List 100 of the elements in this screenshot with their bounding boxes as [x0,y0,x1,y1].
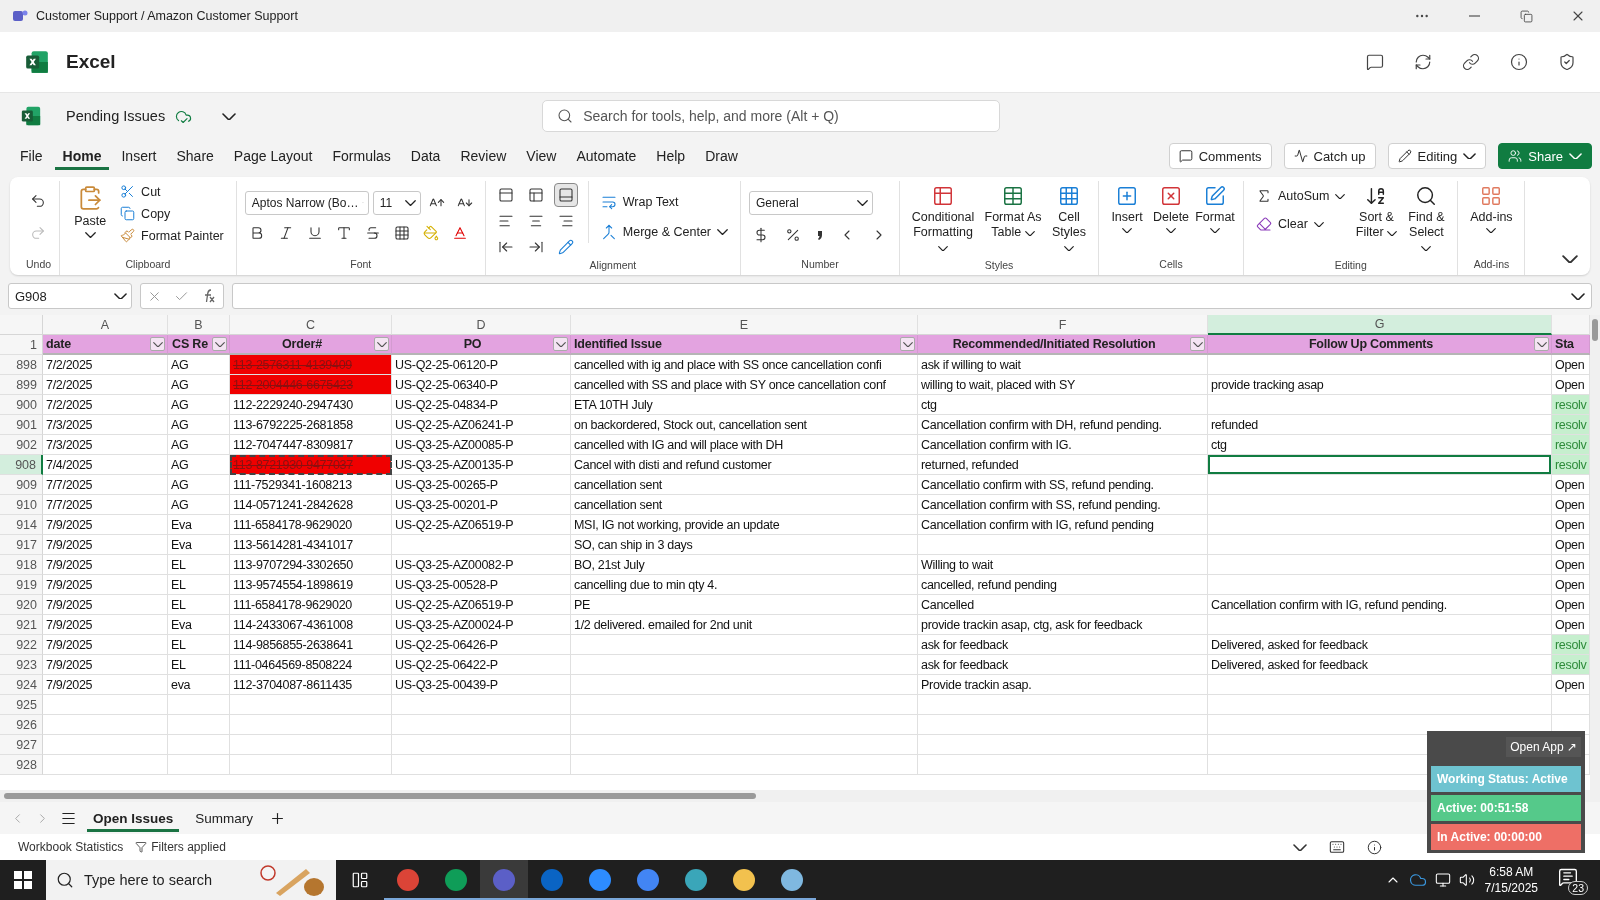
name-box[interactable]: G908 [8,283,132,309]
horizontal-scrollbar[interactable] [0,790,1590,802]
table-cell: 7/9/2025 [43,515,168,535]
action-button[interactable]: Comments [1168,143,1272,169]
windows-logo-icon [14,871,32,889]
vertical-align-button[interactable] [553,183,578,207]
row-header[interactable]: 923 [0,655,43,675]
row-header[interactable]: 928 [0,755,43,775]
font-name-field[interactable]: Aptos Narrow (Bo… [244,191,369,215]
filter-button[interactable] [212,337,227,351]
menu-tab[interactable]: Automate [568,142,645,170]
filter-button[interactable] [1534,337,1549,351]
cells-button[interactable]: Insert [1107,181,1147,237]
row-header[interactable]: 927 [0,735,43,755]
row-header[interactable]: 901 [0,415,43,435]
paste-button[interactable]: Paste [68,181,113,242]
menu-tab[interactable]: View [518,142,565,170]
row-header[interactable]: 914 [0,515,43,535]
network-icon[interactable] [1434,872,1451,888]
clock[interactable]: 6:58 AM 7/15/2025 [1484,864,1538,896]
row-header[interactable]: 918 [0,555,43,575]
status-item[interactable]: Filters applied [135,840,226,854]
notifications-button[interactable]: 23 [1556,865,1588,895]
open-app-button[interactable]: Open App ↗ [1506,737,1581,757]
menu-tab[interactable]: Home [54,142,110,170]
autosum-button[interactable]: AutoSum [1252,185,1350,207]
column-header[interactable]: D [392,315,571,335]
clipboard-button[interactable]: Cut [116,181,228,202]
vertical-scrollbar[interactable] [1590,315,1600,802]
column-header[interactable]: F [918,315,1208,335]
clipboard-button[interactable]: Copy [116,203,228,224]
styles-button[interactable]: Format As Table [982,181,1044,244]
row-header[interactable]: 899 [0,375,43,395]
table-cell: 113-9574554-1898619 [230,575,392,595]
chevron-icon [1486,228,1497,233]
cells-button[interactable]: Format [1195,181,1235,237]
row-header[interactable]: 902 [0,435,43,455]
row-header[interactable]: 898 [0,355,43,375]
volume-icon[interactable] [1458,872,1475,888]
find-select-button[interactable]: Find & Select [1403,181,1450,259]
row-header[interactable]: 909 [0,475,43,495]
column-header[interactable]: E [571,315,918,335]
wrap-text-button[interactable]: Wrap Text [596,191,732,213]
filter-button[interactable] [900,337,915,351]
editing-mode-button[interactable]: Editing [1387,143,1487,169]
taskbar-app[interactable] [480,860,528,900]
font-size-field[interactable]: 11 [372,191,421,215]
sheet-tab[interactable]: Open Issues [87,804,180,832]
row-header[interactable]: 917 [0,535,43,555]
menu-tab[interactable]: Data [402,142,449,170]
filter-button[interactable] [553,337,568,351]
chevron-icon[interactable] [222,112,237,120]
search-field[interactable]: Search for tools, help, and more (Alt + Q) [542,100,1001,132]
row-header[interactable]: 926 [0,715,43,735]
row-header[interactable]: 910 [0,495,43,515]
column-header[interactable]: C [230,315,392,335]
menu-tab[interactable]: Formulas [324,142,399,170]
keyboard-icon[interactable] [1329,839,1345,855]
column-header[interactable]: G [1208,315,1552,335]
row-header[interactable]: 919 [0,575,43,595]
number-format-field[interactable]: General [749,191,873,215]
share-button[interactable]: Share [1498,143,1592,169]
row-header[interactable]: 908 [0,455,43,475]
group-label: Editing [1334,259,1367,273]
column-header[interactable]: A [43,315,168,335]
styles-button[interactable]: Cell Styles [1048,181,1090,259]
filter-button[interactable] [1190,337,1205,351]
menu-tab[interactable]: Help [648,142,694,170]
document-name[interactable]: Pending Issues [66,108,166,124]
taskbar-search-field[interactable]: Type here to search [46,860,336,900]
menu-tab[interactable]: Insert [113,142,165,170]
sheet-tab[interactable]: Summary [189,804,260,832]
column-header[interactable]: B [168,315,230,335]
formula-input[interactable] [232,283,1592,309]
menu-tab[interactable]: Review [452,142,515,170]
row-header[interactable]: 924 [0,675,43,695]
row-header[interactable]: 1 [0,335,43,355]
menu-tab[interactable]: Share [168,142,222,170]
action-button[interactable]: Catch up [1283,143,1376,169]
sort-filter-button[interactable]: Sort & Filter [1353,181,1400,244]
clear-button[interactable]: Clear [1252,213,1350,235]
menu-tab[interactable]: Page Layout [225,142,321,170]
status-item[interactable]: Workbook Statistics [18,840,124,854]
cloud-icon[interactable] [1408,871,1427,889]
cells-button[interactable]: Delete [1151,181,1191,237]
add-ins-button[interactable]: Add-ins [1466,181,1517,237]
row-header[interactable]: 922 [0,635,43,655]
row-header[interactable]: 925 [0,695,43,715]
row-header[interactable]: 900 [0,395,43,415]
menu-tab[interactable]: File [12,142,51,170]
table-cell: 7/4/2025 [43,455,168,475]
row-header[interactable]: 921 [0,615,43,635]
clipboard-button[interactable]: Format Painter [116,225,228,246]
menu-tab[interactable]: Draw [697,142,746,170]
chevron-icon [152,341,163,347]
filter-button[interactable] [150,337,165,351]
merge-button[interactable]: Merge & Center [596,221,732,243]
styles-button[interactable]: Conditional Formatting [908,181,978,259]
row-header[interactable]: 920 [0,595,43,615]
filter-button[interactable] [374,337,389,351]
